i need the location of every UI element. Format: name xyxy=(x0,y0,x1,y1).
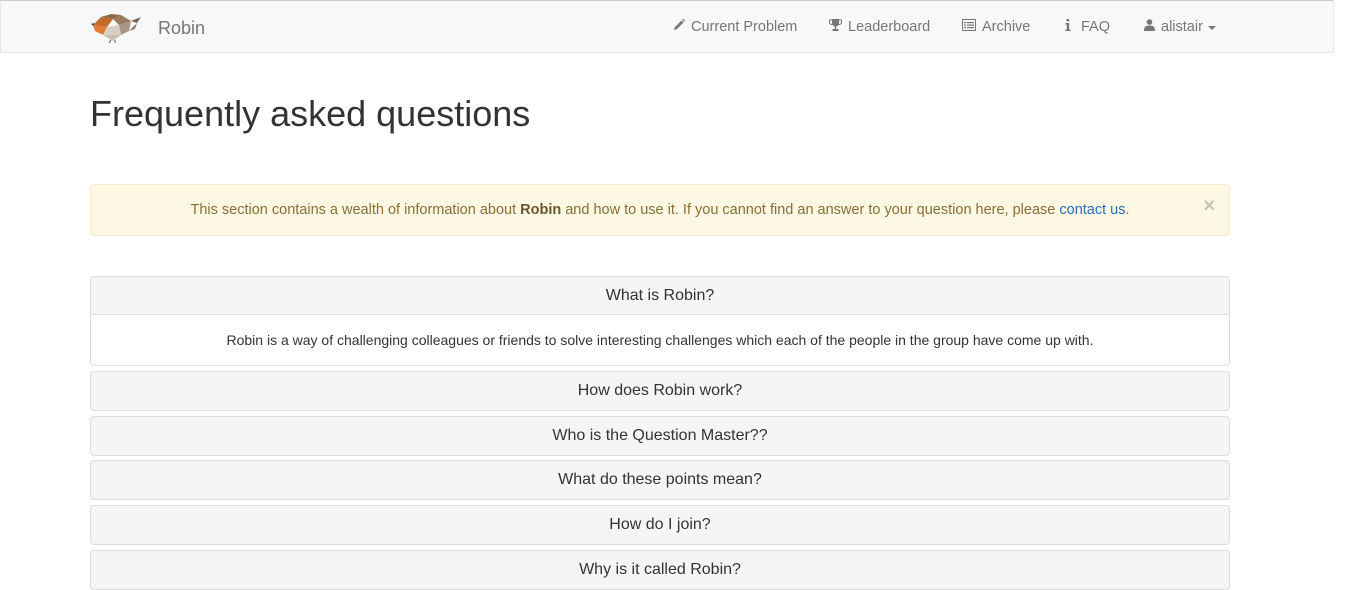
info-icon xyxy=(1065,19,1071,35)
list-alt-icon xyxy=(962,19,976,35)
alert-bold-robin: Robin xyxy=(520,202,562,218)
faq-panel-question-master: Who is the Question Master?? xyxy=(90,416,1230,456)
faq-panel-how-does-robin-work: How does Robin work? xyxy=(90,371,1230,411)
faq-question[interactable]: What do these points mean? xyxy=(91,461,1229,499)
faq-panel-how-join: How do I join? xyxy=(90,505,1230,545)
nav-user-menu[interactable]: alistair xyxy=(1144,19,1216,35)
faq-answer: Robin is a way of challenging colleagues… xyxy=(226,332,1094,348)
nav-label: Current Problem xyxy=(691,19,798,35)
brand-name[interactable]: Robin xyxy=(158,18,205,39)
navbar: Robin Current Problem Leaderboard Archiv… xyxy=(0,0,1334,53)
faq-panel-points: What do these points mean? xyxy=(90,460,1230,500)
close-icon[interactable]: × xyxy=(1203,184,1215,228)
info-alert: This section contains a wealth of inform… xyxy=(90,184,1230,236)
faq-question[interactable]: How do I join? xyxy=(91,506,1229,544)
user-icon xyxy=(1144,19,1155,35)
nav-label: alistair xyxy=(1161,19,1203,35)
alert-text-end: . xyxy=(1125,202,1130,218)
robin-logo[interactable] xyxy=(91,13,143,43)
contact-us-link[interactable]: contact us xyxy=(1059,202,1125,218)
trophy-icon xyxy=(829,19,842,35)
nav-label: FAQ xyxy=(1081,19,1111,35)
nav-archive[interactable]: Archive xyxy=(962,19,1030,35)
caret-down-icon xyxy=(1207,25,1216,30)
faq-question[interactable]: How does Robin work? xyxy=(91,372,1229,410)
nav-current-problem[interactable]: Current Problem xyxy=(673,18,798,35)
faq-question[interactable]: Who is the Question Master?? xyxy=(91,417,1229,455)
page-title: Frequently asked questions xyxy=(90,93,531,134)
pencil-icon xyxy=(673,18,686,35)
nav-leaderboard[interactable]: Leaderboard xyxy=(829,19,930,35)
faq-question[interactable]: Why is it called Robin? xyxy=(91,551,1229,589)
nav-label: Leaderboard xyxy=(848,19,931,35)
alert-text: This section contains a wealth of inform… xyxy=(190,202,521,218)
faq-panel-what-is-robin: What is Robin? Robin is a way of challen… xyxy=(90,276,1230,366)
robin-bird-icon xyxy=(91,14,141,43)
nav-label: Archive xyxy=(982,19,1031,35)
faq-question[interactable]: What is Robin? xyxy=(91,277,1229,315)
faq-panel-why-robin: Why is it called Robin? xyxy=(90,550,1230,590)
nav-faq[interactable]: FAQ xyxy=(1065,19,1110,35)
alert-text-middle: and how to use it. If you cannot find an… xyxy=(561,202,1060,218)
